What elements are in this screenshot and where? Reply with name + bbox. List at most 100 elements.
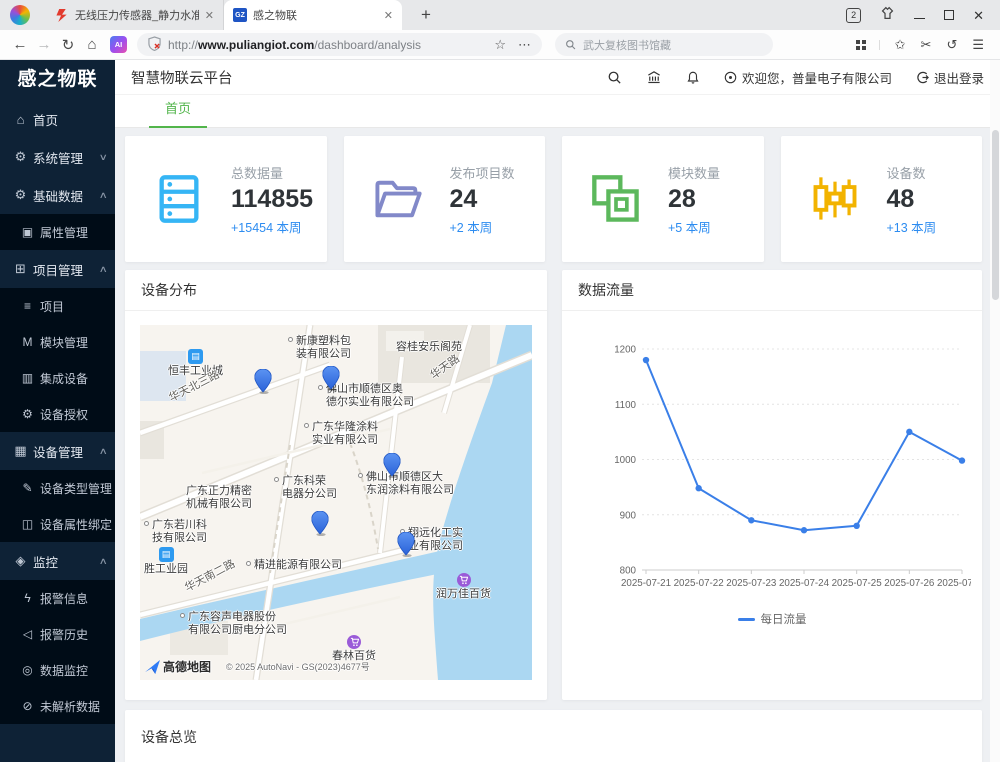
stat-value: 28 xyxy=(668,185,720,214)
bookmark-star-icon[interactable]: ☆ xyxy=(494,37,506,53)
favorites-collect-icon[interactable]: ✩ xyxy=(895,37,906,53)
stat-label: 总数据量 xyxy=(231,163,313,182)
browser-tab-ganzhiwulian[interactable]: GZ 感之物联 ✕ xyxy=(224,0,402,30)
panel-title: 数据流量 xyxy=(562,270,982,311)
poi-dot-icon xyxy=(246,561,251,566)
home-button[interactable]: ⌂ xyxy=(80,36,104,53)
sidebar-item-module-mgmt[interactable]: M模块管理 xyxy=(0,324,115,360)
more-actions-icon[interactable]: ⋯ xyxy=(518,37,531,53)
svg-text:2025-07-24: 2025-07-24 xyxy=(779,578,830,589)
browser-logo-icon[interactable] xyxy=(10,5,30,25)
device-type-mgmt-icon: ✎ xyxy=(20,481,35,495)
address-bar[interactable]: http://www.puliangiot.com/dashboard/anal… xyxy=(137,33,542,56)
new-tab-button[interactable]: + xyxy=(414,5,438,25)
stat-label: 设备数 xyxy=(887,163,937,182)
sidebar-item-data-monitor[interactable]: ◎数据监控 xyxy=(0,652,115,688)
map-poi-rongsheng-kitchen-electric: 广东容声电器股份有限公司厨电分公司 xyxy=(180,611,287,636)
poi-dot-icon xyxy=(144,521,149,526)
undo-icon[interactable]: ↺ xyxy=(946,37,957,53)
sidebar-item-unparsed-data[interactable]: ⊘未解析数据 xyxy=(0,688,115,724)
apps-grid-icon[interactable] xyxy=(856,40,880,50)
header-search-icon[interactable] xyxy=(607,70,622,85)
traffic-chart-svg: 8009001000110012002025-07-212025-07-2220… xyxy=(574,327,971,595)
sidebar-item-home[interactable]: ⌂首页 xyxy=(0,100,115,138)
map-poi-runwanjia-department-store: 润万佳百货 xyxy=(436,573,491,601)
device-mgmt-icon: ▦ xyxy=(13,443,28,459)
logout-button[interactable]: 退出登录 xyxy=(916,68,984,87)
search-input[interactable]: 武大复核图书馆藏 xyxy=(555,33,773,56)
svg-text:800: 800 xyxy=(620,566,637,577)
device-marker-2[interactable] xyxy=(323,366,340,396)
base-data-icon: ⚙ xyxy=(13,187,28,203)
device-marker-5[interactable] xyxy=(398,532,415,562)
chevron-up-icon: ∧ xyxy=(99,264,108,275)
sidebar-item-project-mgmt[interactable]: ⊞项目管理∧ xyxy=(0,250,115,288)
chevron-up-icon: ∧ xyxy=(99,190,108,201)
poi-label: 广东正力精密机械有限公司 xyxy=(186,485,252,510)
browser-tab-sensor[interactable]: 无线压力传感器_静力水准仪_ ✕ xyxy=(46,0,224,30)
device-map[interactable]: 新康塑料包装有限公司容桂安乐阁苑▤恒丰工业城华天北三路佛山市顺德区奥德尔实业有限… xyxy=(140,325,532,680)
forward-button[interactable]: → xyxy=(32,36,56,53)
map-poi-jingjin-energy: 精进能源有限公司 xyxy=(246,559,342,572)
back-button[interactable]: ← xyxy=(8,36,32,53)
sidebar-item-alarm-history[interactable]: ◁ 报警历史 xyxy=(0,616,115,652)
app-logo[interactable]: 感之物联 xyxy=(0,60,115,100)
project-icon: ≡ xyxy=(20,299,35,313)
alarm-history-icon: ◁ xyxy=(20,627,35,641)
data-monitor-icon: ◎ xyxy=(20,663,35,677)
welcome-user[interactable]: 欢迎您，普量电子有限公司 xyxy=(724,68,892,87)
sidebar-item-system-mgmt[interactable]: ⚙系统管理∨ xyxy=(0,138,115,176)
screenshot-scissors-icon[interactable]: ✂ xyxy=(921,37,932,53)
device-marker-3[interactable] xyxy=(384,453,401,483)
svg-text:900: 900 xyxy=(620,510,637,521)
sidebar-item-device-attr-bind[interactable]: ◫设备属性绑定 xyxy=(0,506,115,542)
poi-label: 翔远化工实业有限公司 xyxy=(408,527,463,552)
sidebar-item-device-type-mgmt[interactable]: ✎设备类型管理 xyxy=(0,470,115,506)
stat-value: 114855 xyxy=(231,185,313,214)
minimize-button[interactable] xyxy=(914,18,925,19)
sidebar-item-project[interactable]: ≡项目 xyxy=(0,288,115,324)
sidebar-item-monitor[interactable]: ◈监控∧ xyxy=(0,542,115,580)
device-marker-4[interactable] xyxy=(312,511,329,541)
platform-title: 智慧物联云平台 xyxy=(131,67,233,88)
site-security-icon[interactable] xyxy=(148,36,161,54)
theme-skin-icon[interactable] xyxy=(880,6,895,25)
map-attribution: © 2025 AutoNavi - GS(2023)4677号 xyxy=(226,660,370,673)
amap-plane-icon xyxy=(145,660,160,674)
sidebar-item-alarm-info[interactable]: ϟ报警信息 xyxy=(0,580,115,616)
chart-legend-item[interactable]: 每日流量 xyxy=(574,611,970,627)
tab-home[interactable]: 首页 xyxy=(149,98,207,128)
svg-text:1100: 1100 xyxy=(615,400,637,411)
reload-button[interactable]: ↻ xyxy=(56,36,80,54)
svg-text:2025-07-26: 2025-07-26 xyxy=(884,578,935,589)
sidebar-item-device-auth[interactable]: ⚙设备授权 xyxy=(0,396,115,432)
sidebar-item-attr-mgmt[interactable]: ▣属性管理 xyxy=(0,214,115,250)
ai-assistant-icon[interactable]: AI xyxy=(110,36,127,53)
svg-text:2025-07-23: 2025-07-23 xyxy=(726,578,777,589)
device-marker-1[interactable] xyxy=(255,369,272,399)
sidebar-item-integrated-device[interactable]: ▥集成设备 xyxy=(0,360,115,396)
tab-close-icon[interactable]: ✕ xyxy=(205,9,214,22)
maximize-button[interactable] xyxy=(944,10,954,20)
poi-dot-icon xyxy=(304,423,309,428)
chevron-down-icon: ∨ xyxy=(99,152,108,163)
sidebar-item-device-mgmt[interactable]: ▦设备管理∧ xyxy=(0,432,115,470)
building-icon: ▤ xyxy=(159,547,174,562)
map-poi-sheng-industrial-park: ▤胜工业园 xyxy=(144,547,188,576)
bank-icon[interactable] xyxy=(646,70,662,85)
sidebar-item-label: 报警历史 xyxy=(40,626,88,643)
sidebar: 感之物联 ⌂首页⚙系统管理∨⚙基础数据∧▣属性管理⊞项目管理∧≡项目M模块管理▥… xyxy=(0,60,115,762)
notification-bell-icon[interactable] xyxy=(686,70,700,85)
sidebar-item-label: 未解析数据 xyxy=(40,698,100,715)
browser-toolbar: ← → ↻ ⌂ AI http://www.puliangiot.com/das… xyxy=(0,30,1000,60)
menu-icon[interactable]: ☰ xyxy=(972,37,984,53)
tab-close-icon[interactable]: ✕ xyxy=(384,9,393,22)
sidebar-item-base-data[interactable]: ⚙基础数据∧ xyxy=(0,176,115,214)
scrollbar-thumb[interactable] xyxy=(992,130,999,300)
map-poi-dadongrun-coatings: 佛山市顺德区大东润涂料有限公司 xyxy=(358,471,454,496)
browser-window: 无线压力传感器_静力水准仪_ ✕ GZ 感之物联 ✕ + 2 ✕ ← → ↻ ⌂… xyxy=(0,0,1000,762)
amap-logo[interactable]: 高德地图 xyxy=(145,658,211,675)
tab-count-badge[interactable]: 2 xyxy=(846,8,861,23)
close-button[interactable]: ✕ xyxy=(973,9,984,22)
sidebar-menu: ⌂首页⚙系统管理∨⚙基础数据∧▣属性管理⊞项目管理∧≡项目M模块管理▥集成设备⚙… xyxy=(0,100,115,724)
